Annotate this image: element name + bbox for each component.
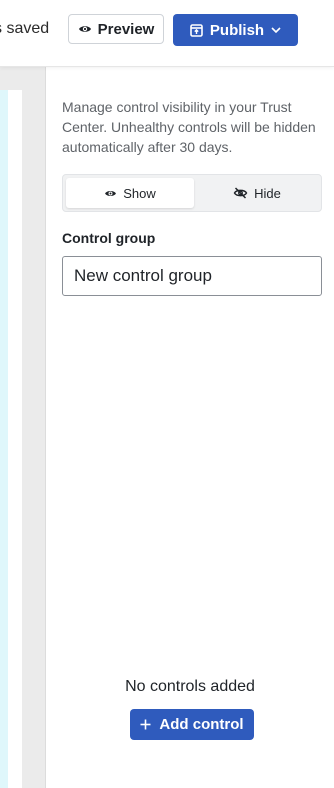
control-group-label: Control group bbox=[62, 230, 156, 246]
publish-label: Publish bbox=[209, 21, 265, 39]
show-option[interactable]: Show bbox=[66, 178, 194, 208]
canvas-section bbox=[0, 90, 8, 788]
hide-label: Hide bbox=[254, 185, 281, 201]
hide-option[interactable]: Hide bbox=[194, 178, 320, 208]
add-control-label: Add control bbox=[159, 716, 244, 733]
preview-button[interactable]: Preview bbox=[68, 14, 164, 44]
publish-icon bbox=[190, 23, 203, 37]
chevron-down-icon[interactable] bbox=[271, 27, 281, 33]
eye-icon bbox=[78, 24, 92, 34]
control-group-input[interactable] bbox=[62, 256, 322, 296]
save-status: s saved bbox=[0, 20, 50, 37]
top-bar: s saved Preview Publish bbox=[0, 0, 334, 67]
plus-icon bbox=[140, 719, 151, 730]
eye-icon bbox=[104, 189, 117, 198]
empty-state-message: No controls added bbox=[125, 678, 255, 695]
publish-button[interactable]: Publish bbox=[173, 14, 298, 46]
add-control-button[interactable]: Add control bbox=[130, 709, 254, 740]
eye-off-icon bbox=[233, 187, 248, 199]
panel-description: Manage control visibility in your Trust … bbox=[62, 99, 316, 155]
preview-label: Preview bbox=[97, 20, 155, 38]
visibility-toggle: Show Hide bbox=[62, 174, 322, 212]
show-label: Show bbox=[123, 185, 156, 201]
settings-panel: Manage control visibility in your Trust … bbox=[46, 67, 334, 788]
